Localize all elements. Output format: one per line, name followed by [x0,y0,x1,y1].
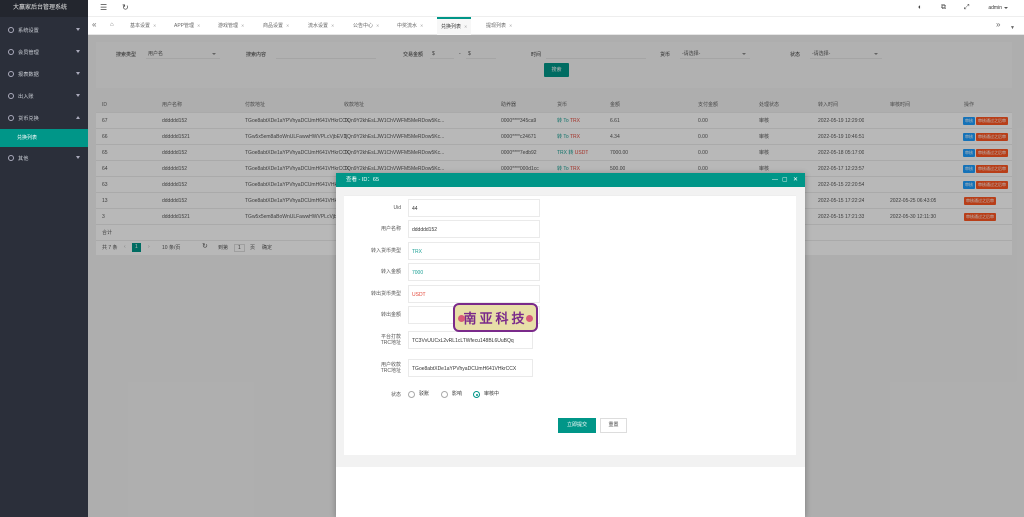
home-icon[interactable]: ⌂ [110,22,114,28]
tab-bar: « ⌂ 基本设置 ✕ APP管理 ✕ 游戏管理 ✕ 商品设置 ✕ 流水设置 ✕ 公告中心 ✕… [88,17,1024,35]
watermark-logo: 南亚科技 [453,303,538,332]
field-label: 转出金额 [380,312,401,318]
field-label: 平台打款TRC地址 [380,334,401,346]
tab-games[interactable]: 游戏管理 ✕ [214,17,248,35]
field-label: 转出货币类型 [370,291,401,297]
tab-withdraw-list[interactable]: 提现列表 ✕ [482,17,516,35]
tab-flow[interactable]: 流水设置 ✕ [304,17,338,35]
close-icon[interactable]: ✕ [286,23,289,28]
tab-app[interactable]: APP管理 ✕ [170,17,204,35]
reset-button[interactable]: 重置 [600,418,627,433]
sidebar-item-exchange[interactable]: 货币兑换 [0,107,88,129]
dialog-header: 查看 - ID：65 — ▢ ✕ [336,173,805,187]
refresh-icon[interactable]: ↻ [122,4,129,12]
chevron-down-icon[interactable]: ▼ [1010,23,1015,33]
status-option-label: 驳账 [419,391,430,397]
field-label: 用户名称 [380,226,401,232]
tab-notices[interactable]: 公告中心 ✕ [349,17,383,35]
close-icon[interactable]: ✕ [331,23,334,28]
field-value-input[interactable]: 7000 [408,263,540,281]
view-dialog: 查看 - ID：65 — ▢ ✕ [336,173,805,517]
close-icon[interactable]: ✕ [241,23,244,28]
field-value-input[interactable]: TC3VvUUCxL2vRL1cLTWfecu148BL6UuBQq [408,331,533,349]
field-value-input[interactable]: TGoe8abtXDe1aYPVhyaDCUmH641VHkrCCX [408,359,533,377]
user-menu[interactable]: admin [988,5,1008,11]
sidebar: 大赢家后台管理系统 系统设置 会员管理 报表数据 出入账 货币兑换 兑换列表 其… [0,0,88,517]
sidebar-item-settings[interactable]: 系统设置 [0,19,88,41]
status-field-label: 状态 [390,392,401,398]
sidebar-item-accounts[interactable]: 出入账 [0,85,88,107]
chevron-down-icon [76,72,80,75]
sidebar-item-other[interactable]: 其他 [0,147,88,169]
field-value-input[interactable]: USDT [408,285,540,303]
field-label: 转入金额 [380,269,401,275]
sidebar-sub-exchange-list[interactable]: 兑换列表 [0,129,88,147]
field-value-input[interactable]: dddddd152 [408,220,540,238]
top-bar: ☰ ↻ ◐ ⧉ ⤢ admin [88,0,1024,17]
coin-icon [8,115,14,121]
close-icon[interactable]: ✕ [793,173,798,187]
plus-icon [8,155,14,161]
maximize-icon[interactable]: ▢ [782,173,788,187]
eye-icon [8,71,14,77]
field-label: 转入货币类型 [370,248,401,254]
tab-basic-settings[interactable]: 基本设置 ✕ [126,17,160,35]
close-icon[interactable]: ✕ [509,23,512,28]
close-icon[interactable]: ✕ [153,23,156,28]
copy-icon[interactable]: ⧉ [941,4,946,12]
close-icon[interactable]: ✕ [376,23,379,28]
user-icon [8,49,14,55]
field-value-input[interactable]: TRX [408,242,540,260]
tab-prize-flow[interactable]: 中奖流水 ✕ [393,17,427,35]
sidebar-item-reports[interactable]: 报表数据 [0,63,88,85]
close-icon[interactable]: ✕ [420,23,423,28]
status-radio-1[interactable] [441,391,448,398]
status-option-label: 影响 [452,391,463,397]
sidebar-item-members[interactable]: 会员管理 [0,41,88,63]
close-icon[interactable]: ✕ [464,24,467,29]
gear-icon [8,27,14,33]
status-radio-2[interactable] [473,391,480,398]
field-label: 用户收款TRC地址 [380,362,401,374]
chevron-down-icon [76,156,80,159]
chevron-down-icon [76,28,80,31]
status-option-label: 审核中 [484,391,500,397]
status-radio-0[interactable] [408,391,415,398]
chevron-down-icon [76,94,80,97]
tabs-right-icon[interactable]: » [996,20,1000,30]
close-icon[interactable]: ✕ [197,23,200,28]
theme-icon[interactable]: ◐ [918,4,922,12]
chevron-up-icon [76,116,80,119]
menu-icon[interactable]: ☰ [100,4,107,12]
fullscreen-icon[interactable]: ⤢ [964,4,970,12]
exchange-icon [8,93,14,99]
field-label: Uid [393,205,401,211]
dialog-title: 查看 - ID：65 [346,177,380,183]
tabs-left-icon[interactable]: « [92,20,96,30]
chevron-down-icon [76,50,80,53]
tab-products[interactable]: 商品设置 ✕ [259,17,293,35]
minimize-icon[interactable]: — [772,173,778,187]
submit-button[interactable]: 立即提交 [558,418,596,433]
field-value-input[interactable]: 44 [408,199,540,217]
tab-exchange-list[interactable]: 兑换列表 ✕ [437,17,472,35]
app-title: 大赢家后台管理系统 [0,0,88,17]
chevron-down-icon [1004,6,1008,9]
